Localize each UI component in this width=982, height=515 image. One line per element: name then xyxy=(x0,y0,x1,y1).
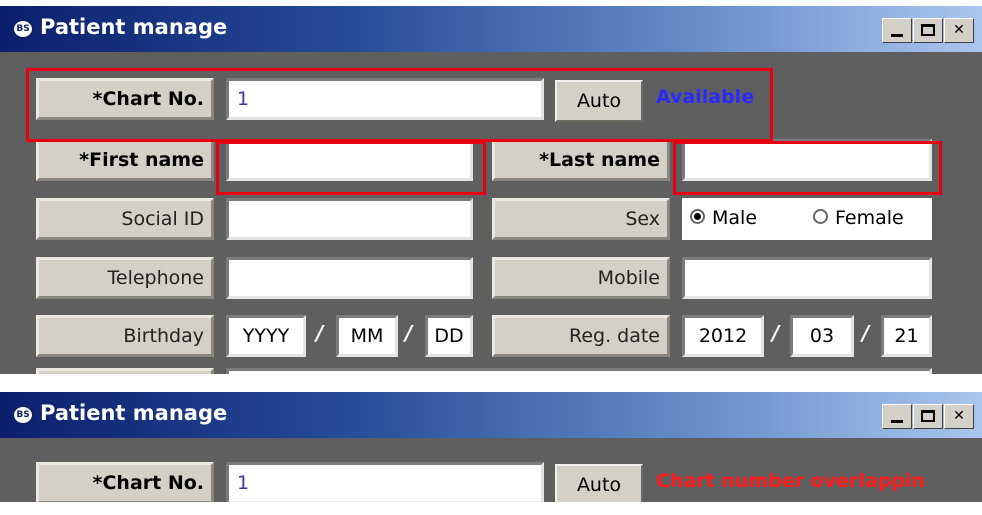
sex-female-label[interactable]: Female xyxy=(835,206,904,230)
minimize-button[interactable] xyxy=(882,404,912,429)
last-name-input[interactable] xyxy=(682,139,932,181)
telephone-label: Telephone xyxy=(36,257,214,299)
last-name-label: *Last name xyxy=(492,139,670,181)
next-row-input[interactable] xyxy=(226,368,932,374)
close-button[interactable]: ✕ xyxy=(944,18,974,43)
date-separator: / xyxy=(316,321,324,345)
sex-female-radio[interactable] xyxy=(813,209,828,224)
title-bar[interactable]: BS Patient manage ✕ xyxy=(0,392,982,438)
first-name-label: *First name xyxy=(36,139,214,181)
window-title: Patient manage xyxy=(40,401,228,425)
maximize-icon xyxy=(921,410,935,422)
maximize-icon xyxy=(921,24,935,36)
date-separator: / xyxy=(405,321,413,345)
chart-no-label: *Chart No. xyxy=(36,78,214,120)
maximize-button[interactable] xyxy=(913,18,943,43)
auto-button[interactable]: Auto xyxy=(555,464,643,502)
date-separator: / xyxy=(772,321,780,345)
chart-no-label: *Chart No. xyxy=(36,462,214,502)
maximize-button[interactable] xyxy=(913,404,943,429)
minimize-icon xyxy=(891,420,903,423)
reg-date-label: Reg. date xyxy=(492,315,670,357)
title-bar[interactable]: BS Patient manage ✕ xyxy=(0,6,982,52)
close-icon: ✕ xyxy=(953,22,965,38)
birthday-year-input[interactable]: YYYY xyxy=(226,315,306,357)
minimize-button[interactable] xyxy=(882,18,912,43)
chart-no-input[interactable]: 1 xyxy=(226,78,544,120)
app-logo-icon: BS xyxy=(12,405,34,425)
window-title: Patient manage xyxy=(40,15,228,39)
sex-male-label[interactable]: Male xyxy=(712,206,757,230)
next-row-label xyxy=(36,368,214,374)
chart-no-input[interactable]: 1 xyxy=(226,462,544,502)
close-button[interactable]: ✕ xyxy=(944,404,974,429)
birthday-day-input[interactable]: DD xyxy=(425,315,473,357)
auto-button[interactable]: Auto xyxy=(555,80,643,122)
close-icon: ✕ xyxy=(953,408,965,424)
mobile-label: Mobile xyxy=(492,257,670,299)
first-name-input[interactable] xyxy=(226,139,473,181)
sex-radio-group: Male Female xyxy=(682,198,932,240)
telephone-input[interactable] xyxy=(226,257,473,299)
social-id-input[interactable] xyxy=(226,198,473,240)
reg-date-day-input[interactable]: 21 xyxy=(881,315,932,357)
sex-label: Sex xyxy=(492,198,670,240)
sex-male-radio[interactable] xyxy=(690,209,705,224)
date-separator: / xyxy=(862,321,870,345)
mobile-input[interactable] xyxy=(682,257,932,299)
minimize-icon xyxy=(891,34,903,37)
chart-no-status: Chart number overlappin xyxy=(656,470,925,492)
reg-date-year-input[interactable]: 2012 xyxy=(682,315,764,357)
birthday-month-input[interactable]: MM xyxy=(336,315,398,357)
patient-manage-window: BS Patient manage ✕ *Chart No. 1 Auto Av… xyxy=(0,6,982,374)
chart-no-status: Available xyxy=(656,86,755,108)
patient-manage-window-duplicate: BS Patient manage ✕ *Chart No. 1 Auto Ch… xyxy=(0,392,982,502)
social-id-label: Social ID xyxy=(36,198,214,240)
reg-date-month-input[interactable]: 03 xyxy=(790,315,854,357)
birthday-label: Birthday xyxy=(36,315,214,357)
app-logo-icon: BS xyxy=(12,19,34,39)
